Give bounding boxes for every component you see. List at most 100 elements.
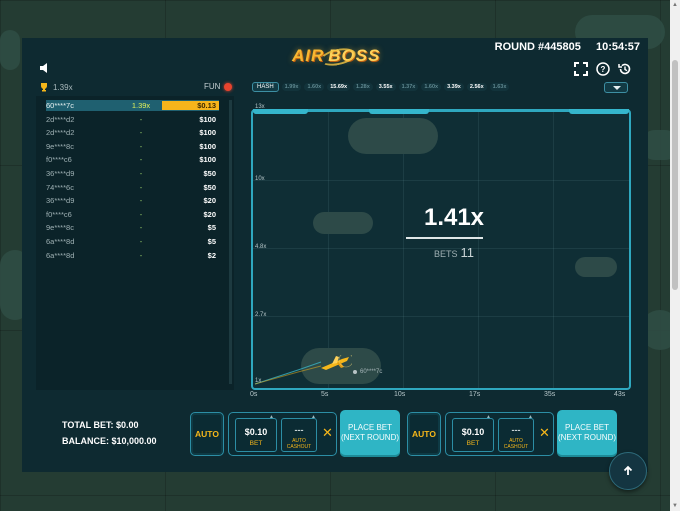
history-pill[interactable]: 1.37x (398, 83, 419, 91)
plot-deco-tab (369, 109, 429, 114)
bet-row: 36****d9 - $50 (46, 168, 219, 179)
history-pill[interactable]: 3.55x (375, 83, 396, 91)
auto-cashout-value: --- (511, 425, 521, 435)
x-tick-label: 5s (321, 391, 329, 398)
bet-amount: $20 (203, 196, 216, 206)
history-dropdown-button[interactable] (604, 82, 628, 93)
bet-row: f0****c6 - $100 (46, 154, 219, 165)
bet-multiplier: - (139, 223, 143, 233)
current-multiplier: 1.41x (423, 204, 485, 231)
bet-row: 6a****8d - $5 (46, 236, 219, 247)
y-tick-label: 2.7x (255, 312, 267, 318)
bet-increase-icon[interactable]: ▲ (486, 414, 491, 420)
plot-cloud (313, 212, 373, 234)
bet-row: 74****6c - $50 (46, 182, 219, 193)
total-bet: TOTAL BET: $0.00 (62, 420, 139, 430)
bet-user: 60****7c (46, 101, 74, 110)
bet-user: 6a****8d (46, 237, 75, 246)
cashout-increase-icon[interactable]: ▲ (311, 414, 316, 420)
hash-button[interactable]: HASH (252, 82, 279, 92)
close-icon[interactable]: ✕ (539, 426, 550, 440)
auto-bet-button[interactable]: AUTO (407, 412, 441, 456)
grid-line (253, 316, 629, 317)
history-pill[interactable]: 1.28x (353, 83, 373, 91)
close-icon[interactable]: ✕ (322, 426, 333, 440)
x-tick-label: 10s (394, 391, 406, 398)
logo-word-air: AIR (292, 46, 325, 65)
background-cloud (0, 30, 20, 70)
x-tick-label: 43s (614, 391, 626, 398)
bet-increase-icon[interactable]: ▲ (269, 414, 274, 420)
bet-user: f0****c6 (46, 155, 72, 165)
auto-cashout-label: AUTO CASHOUT (503, 438, 529, 450)
bets-count-label: BETS (433, 249, 458, 259)
bet-user: 36****d9 (46, 169, 75, 178)
bet-user: 2d****d2 (46, 128, 75, 138)
top-multiplier-value: 1.39x (53, 82, 73, 92)
svg-text:?: ? (601, 65, 606, 74)
bet-user: 2d****d2 (46, 114, 75, 124)
bet-multiplier: - (139, 169, 143, 178)
history-pill[interactable]: 2.56x (466, 83, 487, 91)
grid-line (553, 112, 554, 388)
bet-user: 9e****8c (46, 223, 74, 233)
history-pill[interactable]: 1.63x (489, 83, 510, 91)
round-number: ROUND #445805 (494, 41, 581, 53)
bet-row: 60****7c 1.39x $0.13 (46, 100, 219, 111)
bet-row: 6a****8d - $2 (46, 250, 219, 261)
scroll-up-icon[interactable]: ▲ (672, 2, 678, 8)
history-icon[interactable] (618, 62, 632, 76)
mode-label: FUN (204, 82, 221, 91)
bet-multiplier: - (139, 196, 143, 206)
bet-row: f0****c6 - $20 (46, 209, 219, 220)
auto-bet-button[interactable]: AUTO (190, 412, 224, 456)
clock: 10:54:57 (595, 41, 640, 53)
history-pill[interactable]: 1.99x (281, 83, 302, 91)
bet-amount-label: BET (249, 440, 263, 447)
history-pill[interactable]: 1.60x (421, 83, 442, 91)
round-info: ROUND #445805 10:54:57 (483, 41, 640, 53)
bet-multiplier: - (139, 114, 143, 124)
arrow-up-icon (623, 465, 633, 475)
scroll-down-icon[interactable]: ▼ (672, 503, 678, 509)
place-bet-line: (NEXT ROUND) (557, 433, 617, 442)
history-pill[interactable]: 1.60x (304, 83, 325, 91)
x-tick-label: 17s (469, 391, 481, 398)
scroll-top-button[interactable] (609, 452, 647, 490)
plot-cloud (348, 118, 438, 154)
place-bet-button[interactable]: PLACE BET (NEXT ROUND) (557, 410, 617, 457)
page-scrollbar[interactable]: ▲ ▼ (670, 0, 680, 511)
history-pill[interactable]: 15.69x (327, 83, 351, 91)
history-bar: HASH 1.99x 1.60x 15.69x 1.28x 3.55x 1.37x 1.60… (252, 82, 510, 92)
help-icon[interactable]: ? (596, 62, 610, 76)
bet-amount: $50 (203, 169, 216, 178)
cashout-increase-icon[interactable]: ▲ (528, 414, 533, 420)
bets-list[interactable]: 60****7c 1.39x $0.13 2d****d2 - $100 2d****d2 -… (36, 96, 234, 390)
bet-user: 9e****8c (46, 141, 74, 151)
auto-cashout-field[interactable]: --- AUTO CASHOUT (281, 418, 317, 452)
bet-row: 2d****d2 - $100 (46, 127, 219, 138)
auto-cashout-field[interactable]: --- AUTO CASHOUT (498, 418, 534, 452)
top-multiplier: 1.39x (39, 82, 73, 92)
place-bet-button[interactable]: PLACE BET (NEXT ROUND) (340, 410, 400, 457)
mode-indicator: FUN (204, 82, 233, 91)
cashout-marker: 60****7c (353, 369, 382, 375)
bet-user: 74****6c (46, 182, 74, 192)
bet-amount-field[interactable]: $0.10 BET (235, 418, 277, 452)
fullscreen-icon[interactable] (574, 62, 588, 76)
bet-amount-field[interactable]: $0.10 BET (452, 418, 494, 452)
speaker-icon[interactable] (39, 62, 51, 74)
bet-multiplier: - (139, 237, 143, 246)
y-tick-label: 10x (255, 176, 265, 182)
bet-row: 2d****d2 - $100 (46, 114, 219, 125)
bet-row: 36****d9 - $20 (46, 195, 219, 206)
place-bet-line: PLACE BET (564, 423, 609, 432)
bets-list-scrollbar[interactable] (229, 100, 232, 384)
history-pill[interactable]: 3.39x (444, 83, 464, 91)
grid-line (328, 112, 329, 388)
y-tick-label: 1x (255, 378, 262, 384)
bet-amount-value: $0.10 (244, 427, 268, 437)
bet-amount: $100 (199, 141, 216, 151)
scrollbar-thumb[interactable] (672, 60, 678, 290)
bet-amount: $5 (207, 237, 216, 246)
